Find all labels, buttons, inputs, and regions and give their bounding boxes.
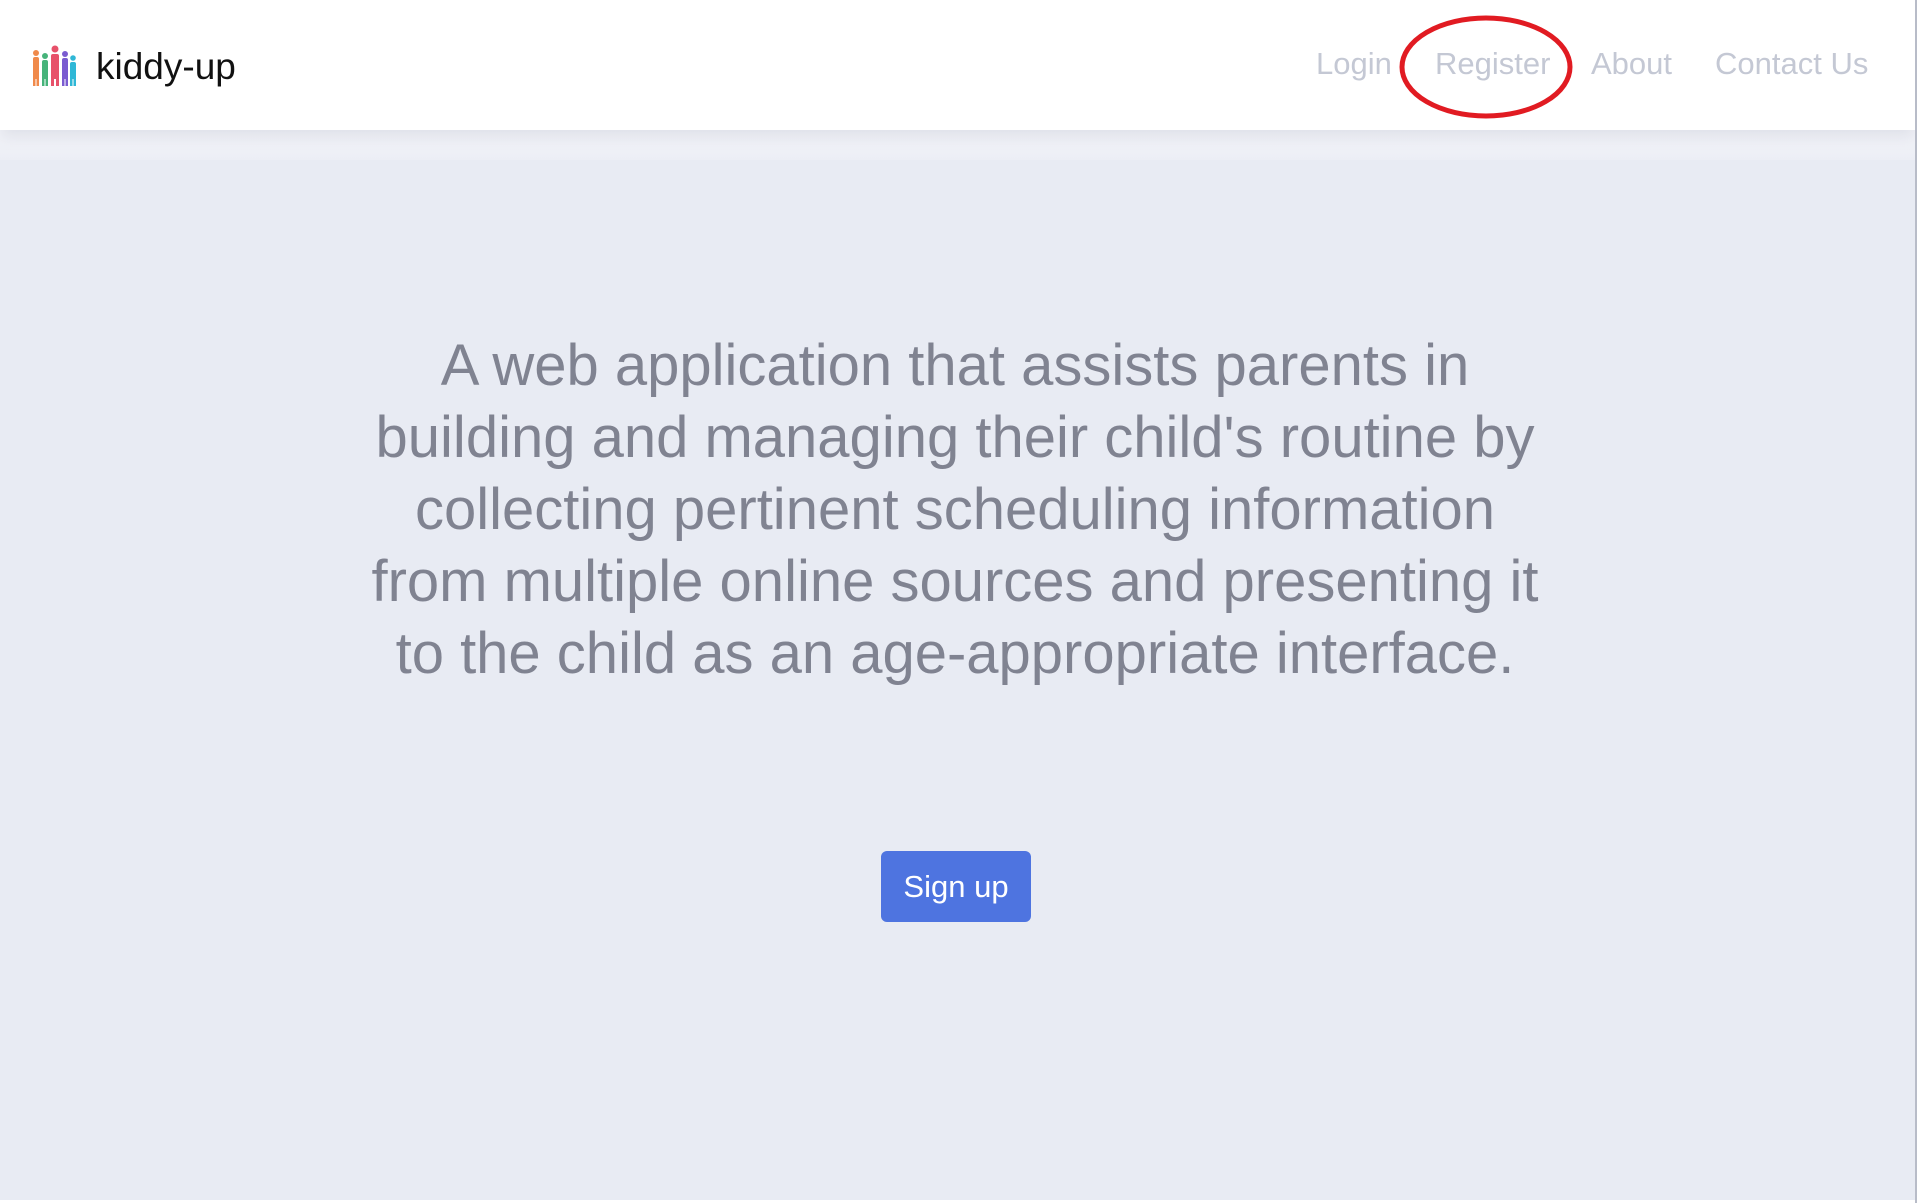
nav-contact-us-link[interactable]: Contact Us xyxy=(1715,44,1868,84)
page: kiddy-up Login Register About Contact Us… xyxy=(0,0,1917,1203)
hero-section: A web application that assists parents i… xyxy=(0,160,1915,1200)
top-navbar: kiddy-up Login Register About Contact Us xyxy=(0,0,1915,130)
family-people-logo-icon xyxy=(33,45,76,86)
hero-tagline: A web application that assists parents i… xyxy=(371,333,1539,686)
nav-register-link[interactable]: Register xyxy=(1435,44,1550,84)
nav-about-link[interactable]: About xyxy=(1591,44,1672,84)
header-shadow-gap xyxy=(0,130,1915,160)
sign-up-button[interactable]: Sign up xyxy=(881,851,1031,922)
brand-link[interactable]: kiddy-up xyxy=(30,42,236,90)
brand-name: kiddy-up xyxy=(96,45,236,87)
nav-login-link[interactable]: Login xyxy=(1316,44,1392,84)
